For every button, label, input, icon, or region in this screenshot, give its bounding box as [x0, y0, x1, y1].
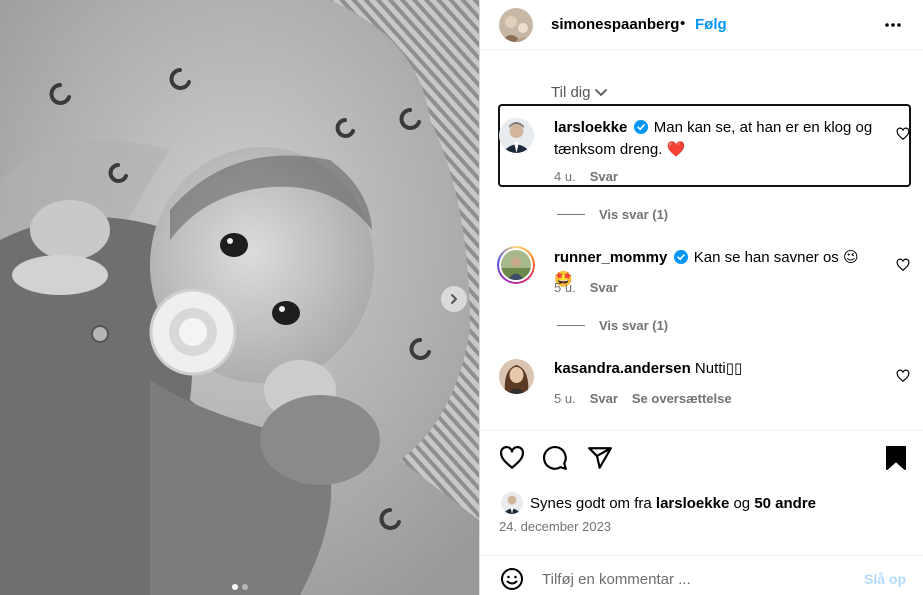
comment-text: Kan se han savner os — [693, 249, 839, 266]
likes-user[interactable]: larsloekke — [656, 495, 729, 512]
comment-age: 5 u. — [554, 391, 576, 406]
carousel-dots — [0, 584, 479, 590]
likes-others[interactable]: 50 andre — [754, 495, 816, 512]
commenter-avatar[interactable] — [499, 359, 534, 394]
likes-joiner: og — [733, 494, 751, 512]
reply-button[interactable]: Svar — [590, 169, 618, 184]
more-horizontal-icon[interactable] — [884, 17, 902, 35]
comment-username[interactable]: larsloekke — [554, 119, 627, 136]
commenter-avatar[interactable] — [499, 118, 534, 153]
likes-prefix: Synes godt om fra — [530, 494, 652, 512]
post-date[interactable]: 24. december 2023 — [499, 519, 611, 534]
replies-line — [557, 214, 585, 215]
view-replies-label: Vis svar (1) — [599, 207, 669, 222]
verified-badge-icon — [633, 120, 648, 134]
post-side-panel: simonespaanberg • Følg Til dig larsloekk… — [479, 0, 923, 595]
comment-sort-dropdown[interactable]: Til dig — [551, 84, 608, 101]
carousel-dot-2[interactable] — [241, 584, 248, 590]
comment-icon[interactable] — [542, 445, 568, 471]
see-translation-button[interactable]: Se oversættelse — [632, 391, 732, 406]
comment-text: Nutti▯▯ — [694, 360, 743, 377]
likes-summary: Synes godt om fra larsloekke og 50 andre — [501, 492, 816, 514]
view-replies-button[interactable]: Vis svar (1) — [557, 318, 668, 333]
post-photo — [0, 0, 479, 595]
chevron-right-icon — [451, 294, 457, 304]
commenter-avatar — [501, 250, 531, 280]
comment-emoji: ❤️ — [666, 141, 686, 158]
commenter-avatar-story-ring[interactable] — [497, 246, 535, 284]
add-comment-input[interactable] — [542, 568, 842, 590]
comment-username[interactable]: runner_mommy — [554, 249, 667, 266]
author-avatar[interactable] — [499, 8, 533, 42]
liker-avatar[interactable] — [501, 492, 523, 514]
heart-icon[interactable] — [499, 445, 525, 471]
carousel-dot-1[interactable] — [231, 584, 238, 590]
comment-username[interactable]: kasandra.andersen — [554, 360, 691, 377]
author-username[interactable]: simonespaanberg — [551, 16, 679, 33]
comment-like-heart-icon[interactable] — [896, 127, 910, 141]
post-comment-button[interactable]: Slå op — [864, 571, 906, 587]
reply-button[interactable]: Svar — [590, 280, 618, 295]
comment-age: 5 u. — [554, 280, 576, 295]
next-slide-button[interactable] — [441, 286, 467, 312]
follow-button[interactable]: Følg — [695, 16, 727, 33]
comment-like-heart-icon[interactable] — [896, 369, 910, 383]
view-replies-label: Vis svar (1) — [599, 318, 669, 333]
chevron-down-icon — [595, 88, 608, 96]
add-comment-bar: Slå op — [480, 555, 923, 595]
comment-sort-label: Til dig — [551, 84, 591, 101]
verified-badge-icon — [673, 250, 688, 264]
comment-like-heart-icon[interactable] — [896, 258, 910, 272]
send-icon[interactable] — [587, 445, 613, 471]
reply-button[interactable]: Svar — [590, 391, 618, 406]
bookmark-icon[interactable] — [884, 445, 908, 471]
smiley-icon[interactable] — [500, 567, 524, 591]
replies-line — [557, 325, 585, 326]
post-action-bar — [480, 430, 923, 490]
header-separator: • — [680, 15, 686, 32]
comment-age: 4 u. — [554, 169, 576, 184]
view-replies-button[interactable]: Vis svar (1) — [557, 207, 668, 222]
post-media — [0, 0, 479, 595]
post-header: simonespaanberg • Følg — [480, 0, 923, 50]
